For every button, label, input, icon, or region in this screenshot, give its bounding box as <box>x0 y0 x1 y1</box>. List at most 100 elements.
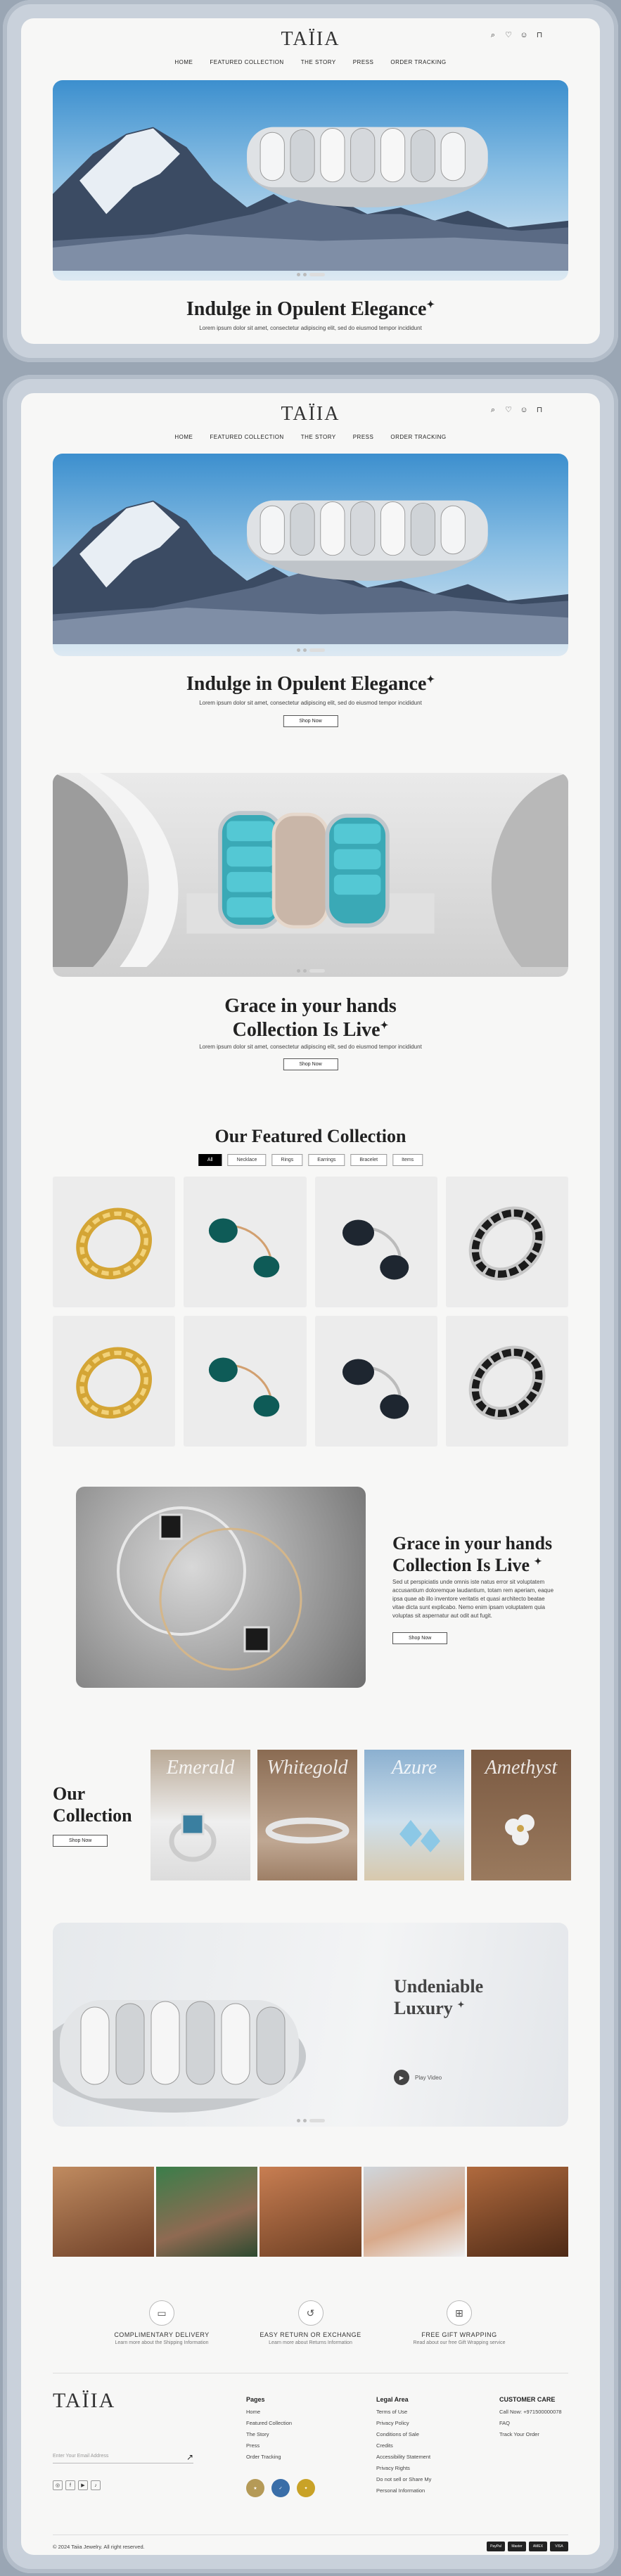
nav-order-tracking[interactable]: ORDER TRACKING <box>390 59 446 65</box>
hero-title: Indulge in Opulent Elegance✦ <box>186 298 435 320</box>
instagram-icon[interactable]: ◎ <box>53 2480 63 2490</box>
product-card[interactable] <box>53 1177 176 1307</box>
promo-title: Grace in your hands Collection Is Live ✦ <box>392 1533 553 1576</box>
facebook-icon[interactable]: f <box>65 2480 75 2490</box>
nav-press[interactable]: PRESS <box>353 59 374 65</box>
carousel-dots[interactable] <box>296 2119 325 2122</box>
mastercard-icon: Master <box>508 2542 526 2551</box>
footer-link-personal-info[interactable]: Personal Information <box>376 2487 431 2494</box>
search-icon[interactable]: ⌕ <box>489 406 497 414</box>
nav-featured-collection[interactable]: FEATURED COLLECTION <box>210 59 283 65</box>
services-row: ▭ COMPLIMENTARY DELIVERY Learn more abou… <box>91 2300 530 2345</box>
nav-featured-collection[interactable]: FEATURED COLLECTION <box>210 434 283 440</box>
brand-logo[interactable]: TAÏIA <box>281 403 340 425</box>
footer-link-faq[interactable]: FAQ <box>499 2420 562 2426</box>
footer-link-featured[interactable]: Featured Collection <box>246 2420 292 2426</box>
collection-card-azure[interactable]: Azure <box>364 1750 464 1880</box>
hero-banner-2 <box>53 773 568 977</box>
footer-link-do-not-sell[interactable]: Do not sell or Share My <box>376 2476 431 2482</box>
product-card[interactable] <box>445 1177 568 1307</box>
hero-shop-now-button[interactable]: Shop Now <box>283 715 338 727</box>
black-band-ring-image <box>468 1206 546 1281</box>
badge-icon: ✦ <box>297 2479 315 2497</box>
main-nav: HOME FEATURED COLLECTION THE STORY PRESS… <box>21 434 600 440</box>
nav-the-story[interactable]: THE STORY <box>301 59 336 65</box>
undeniable-luxury-banner <box>53 1923 568 2127</box>
tab-all[interactable]: All <box>198 1154 222 1166</box>
play-video-button[interactable]: ▶ Play Video <box>394 2070 442 2085</box>
tiktok-icon[interactable]: ♪ <box>91 2480 101 2490</box>
newsletter-email-field[interactable]: ↗ Enter Your Email Address <box>53 2452 193 2463</box>
heart-icon[interactable]: ♡ <box>504 31 513 39</box>
product-card[interactable] <box>314 1177 437 1307</box>
tab-earrings[interactable]: Earrings <box>308 1154 345 1166</box>
heart-icon[interactable]: ♡ <box>504 406 513 414</box>
arrow-right-icon[interactable]: ↗ <box>186 2452 193 2462</box>
footer-link-accessibility[interactable]: Accessibility Statement <box>376 2454 431 2460</box>
footer-logo[interactable]: TAÏIA <box>53 2389 115 2413</box>
badge-icon: ★ <box>246 2479 264 2497</box>
footer-pages: Pages Home Featured Collection The Story… <box>246 2396 293 2460</box>
collection-card-emerald[interactable]: Emerald <box>151 1750 250 1880</box>
footer-link-press[interactable]: Press <box>246 2442 292 2449</box>
product-card[interactable] <box>184 1316 307 1447</box>
nav-order-tracking[interactable]: ORDER TRACKING <box>390 434 446 440</box>
product-card[interactable] <box>445 1316 568 1447</box>
promo-bracelet-image <box>76 1487 366 1688</box>
product-card[interactable] <box>53 1316 176 1447</box>
hero2-subtitle: Lorem ipsum dolor sit amet, consectetur … <box>199 1044 422 1050</box>
nav-press[interactable]: PRESS <box>353 434 374 440</box>
footer-link-terms[interactable]: Terms of Use <box>376 2409 431 2415</box>
preview-frame-top: TAÏIA ⌕ ♡ ☺ ⊓ HOME FEATURED COLLECTION T… <box>3 0 618 362</box>
footer-link-privacy[interactable]: Privacy Policy <box>376 2420 431 2426</box>
mountain-ring-image <box>53 127 568 271</box>
promo-shop-now-button[interactable]: Shop Now <box>392 1632 448 1644</box>
tab-necklace[interactable]: Necklace <box>227 1154 267 1166</box>
featured-tabs: All Necklace Rings Earrings Bracelet Ite… <box>198 1154 423 1166</box>
our-collection-shop-now-button[interactable]: Shop Now <box>53 1835 108 1847</box>
nav-the-story[interactable]: THE STORY <box>301 434 336 440</box>
footer-customer-care: CUSTOMER CARE Call Now: +971500000078 FA… <box>499 2396 562 2437</box>
footer-link-conditions[interactable]: Conditions of Sale <box>376 2431 431 2437</box>
gallery-image <box>363 2167 465 2257</box>
play-video-label: Play Video <box>415 2074 442 2081</box>
site-header: TAÏIA ⌕ ♡ ☺ ⊓ HOME FEATURED COLLECTION T… <box>21 18 600 76</box>
footer-link-credits[interactable]: Credits <box>376 2442 431 2449</box>
emerald-ring-image <box>209 1357 280 1417</box>
product-card[interactable] <box>184 1177 307 1307</box>
footer-link-home[interactable]: Home <box>246 2409 292 2415</box>
bag-icon[interactable]: ⊓ <box>535 406 544 414</box>
collection-card-amethyst[interactable]: Amethyst <box>471 1750 571 1880</box>
nav-home[interactable]: HOME <box>174 59 193 65</box>
tab-bracelet[interactable]: Bracelet <box>350 1154 388 1166</box>
footer-link-track-order[interactable]: Track Your Order <box>499 2431 562 2437</box>
tab-items[interactable]: Items <box>392 1154 423 1166</box>
brand-logo[interactable]: TAÏIA <box>281 28 340 51</box>
gold-ring-image <box>76 1207 153 1280</box>
carousel-dots[interactable] <box>296 648 325 652</box>
nav-home[interactable]: HOME <box>174 434 193 440</box>
black-stone-ring-image <box>342 1219 409 1280</box>
footer-link-order-tracking[interactable]: Order Tracking <box>246 2454 292 2460</box>
promo-text: Sed ut perspiciatis unde omnis iste natu… <box>392 1579 554 1619</box>
diamond-ring-image <box>53 2000 306 2113</box>
carousel-dots[interactable] <box>296 273 325 276</box>
paypal-icon: PayPal <box>487 2542 505 2551</box>
user-icon[interactable]: ☺ <box>520 406 528 414</box>
carousel-dots[interactable] <box>296 969 325 973</box>
hero2-shop-now-button[interactable]: Shop Now <box>283 1058 338 1070</box>
tab-rings[interactable]: Rings <box>271 1154 303 1166</box>
collection-card-whitegold[interactable]: Whitegold <box>257 1750 357 1880</box>
gift-icon: ⊞ <box>447 2300 472 2326</box>
product-card[interactable] <box>314 1316 437 1447</box>
featured-grid <box>53 1177 568 1447</box>
bag-icon[interactable]: ⊓ <box>535 31 544 39</box>
search-icon[interactable]: ⌕ <box>489 31 497 39</box>
footer-link-story[interactable]: The Story <box>246 2431 292 2437</box>
youtube-icon[interactable]: ▶ <box>78 2480 88 2490</box>
user-icon[interactable]: ☺ <box>520 31 528 39</box>
hero2-title: Grace in your hands Collection Is Live✦ <box>224 995 397 1041</box>
footer-link-privacy-rights[interactable]: Privacy Rights <box>376 2465 431 2471</box>
screen-top: TAÏIA ⌕ ♡ ☺ ⊓ HOME FEATURED COLLECTION T… <box>21 18 600 344</box>
footer-call-now[interactable]: Call Now: +971500000078 <box>499 2409 562 2415</box>
